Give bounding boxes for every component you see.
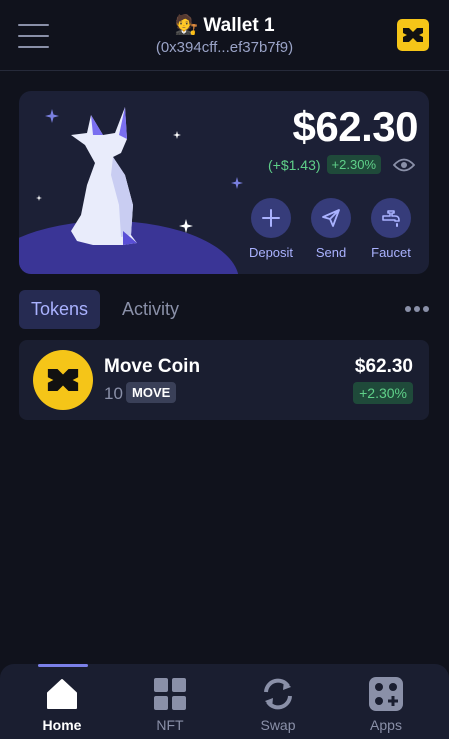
token-name: Move Coin: [104, 356, 201, 377]
nav-apps[interactable]: Apps: [330, 664, 442, 739]
tab-activity[interactable]: Activity: [110, 290, 191, 329]
bottom-navigation: Home NFT Swap Apps: [0, 664, 449, 739]
wallet-title[interactable]: 🧑‍⚖️ Wallet 1: [0, 13, 449, 37]
wallet-address[interactable]: (0x394cff...ef37b7f9): [0, 39, 449, 56]
balance-change-percent: +2.30%: [326, 155, 381, 174]
token-change-badge: +2.30%: [353, 382, 413, 404]
sparkle-icon: [173, 131, 181, 139]
wallet-name: Wallet 1: [203, 15, 275, 36]
balance-change-amount: (+$1.43): [268, 156, 321, 173]
token-symbol-badge: MOVE: [126, 382, 177, 403]
apps-icon: [369, 677, 403, 711]
nav-nft[interactable]: NFT: [114, 664, 226, 739]
swap-icon: [264, 678, 292, 710]
grid-icon: [154, 678, 186, 710]
send-icon: [311, 198, 351, 238]
total-balance: $62.30: [292, 103, 419, 150]
eye-icon[interactable]: [393, 158, 415, 172]
sparkle-icon: [231, 177, 243, 189]
movement-logo-icon[interactable]: [397, 19, 429, 51]
tab-tokens[interactable]: Tokens: [19, 290, 101, 329]
plus-icon: [251, 198, 291, 238]
send-button[interactable]: Send: [305, 198, 357, 260]
tab-bar: Tokens Activity: [19, 290, 191, 329]
faucet-label: Faucet: [371, 245, 411, 260]
deposit-label: Deposit: [248, 245, 294, 260]
fox-illustration: [71, 107, 137, 245]
faucet-icon: [371, 198, 411, 238]
sparkle-icon: [45, 109, 59, 123]
header: 🧑‍⚖️ Wallet 1 (0x394cff...ef37b7f9): [0, 0, 449, 71]
sparkle-icon: [36, 195, 42, 201]
deposit-button[interactable]: Deposit: [245, 198, 297, 260]
home-icon: [47, 679, 77, 709]
balance-card: $62.30 (+$1.43) +2.30% Deposit Send Fauc…: [19, 91, 429, 274]
nav-swap[interactable]: Swap: [222, 664, 334, 739]
send-label: Send: [315, 245, 347, 260]
more-options-icon[interactable]: [405, 306, 429, 312]
nav-home[interactable]: Home: [6, 664, 118, 739]
faucet-button[interactable]: Faucet: [365, 198, 417, 260]
token-value: $62.30: [354, 356, 413, 377]
nav-nft-label: NFT: [156, 717, 184, 733]
move-coin-logo-icon: [33, 350, 93, 410]
token-amount: 10: [104, 384, 123, 403]
token-row[interactable]: Move Coin 10 MOVE $62.30 +2.30%: [19, 340, 429, 420]
nav-swap-label: Swap: [260, 717, 296, 733]
action-buttons: Deposit Send Faucet: [245, 198, 417, 260]
nav-apps-label: Apps: [370, 717, 402, 733]
wallet-emoji: 🧑‍⚖️: [174, 15, 199, 36]
sparkle-icon: [179, 219, 193, 233]
balance-change-row: (+$1.43) +2.30%: [268, 155, 415, 174]
nav-home-label: Home: [42, 717, 82, 733]
